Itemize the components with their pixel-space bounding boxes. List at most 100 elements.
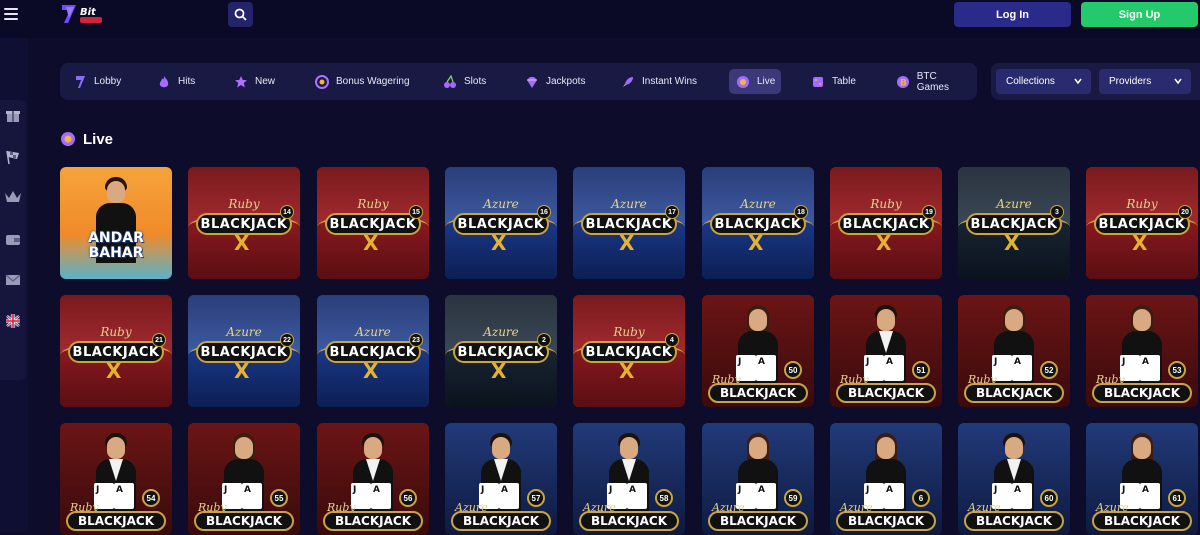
game-title-line: ANDAR bbox=[88, 230, 144, 246]
dealer-head bbox=[364, 437, 382, 459]
table-number: 2 bbox=[537, 333, 551, 347]
game-tile[interactable]: Ruby BLACKJACK X 19 bbox=[830, 167, 942, 279]
game-x-mark: X bbox=[363, 359, 379, 383]
game-tile[interactable]: ANDAR BAHAR bbox=[60, 167, 172, 279]
section-title: Live bbox=[83, 130, 114, 148]
crown-icon[interactable] bbox=[4, 188, 22, 206]
table-number: 20 bbox=[1178, 205, 1192, 219]
racing-flag-icon[interactable] bbox=[4, 148, 22, 166]
game-tile[interactable]: J A Azure BLACKJACK 57 bbox=[445, 423, 557, 535]
bitcoin-icon: B bbox=[895, 74, 911, 90]
game-tile[interactable]: J A Ruby BLACKJACK 52 bbox=[958, 295, 1070, 407]
gem-icon bbox=[524, 74, 540, 90]
tab-lobby[interactable]: Lobby bbox=[66, 69, 127, 94]
game-tile[interactable]: J A Ruby BLACKJACK 56 bbox=[317, 423, 429, 535]
tab-jackpots[interactable]: Jackpots bbox=[518, 69, 591, 94]
game-tile[interactable]: J A Ruby BLACKJACK 55 bbox=[188, 423, 300, 535]
uk-flag-icon[interactable] bbox=[4, 312, 22, 330]
game-x-mark: X bbox=[491, 359, 507, 383]
search-button[interactable] bbox=[228, 2, 253, 27]
table-number: 22 bbox=[280, 333, 294, 347]
table-number: 52 bbox=[1040, 361, 1058, 379]
site-logo[interactable]: Bit bbox=[60, 2, 108, 26]
category-nav: Lobby Hits New Bonus Wagering Slots Jack… bbox=[60, 63, 977, 100]
game-title: BLACKJACK bbox=[451, 511, 551, 531]
game-title-line: BAHAR bbox=[88, 245, 144, 261]
providers-dropdown[interactable]: Providers bbox=[1099, 69, 1191, 94]
signup-button[interactable]: Sign Up bbox=[1081, 2, 1198, 27]
game-tile[interactable]: Azure BLACKJACK X 23 bbox=[317, 295, 429, 407]
game-tile[interactable]: J A Azure BLACKJACK 59 bbox=[702, 423, 814, 535]
game-tile[interactable]: Azure BLACKJACK X 22 bbox=[188, 295, 300, 407]
table-number: 50 bbox=[784, 361, 802, 379]
mail-icon[interactable] bbox=[4, 271, 22, 289]
tab-slots[interactable]: Slots bbox=[436, 69, 492, 94]
tab-hits[interactable]: Hits bbox=[150, 69, 201, 94]
card-ace: A bbox=[884, 483, 904, 509]
collections-dropdown[interactable]: Collections bbox=[996, 69, 1091, 94]
game-tile[interactable]: Azure BLACKJACK X 3 bbox=[958, 167, 1070, 279]
tab-bonus-wagering[interactable]: Bonus Wagering bbox=[308, 69, 416, 94]
game-title: BLACKJACK bbox=[836, 511, 936, 531]
game-tile[interactable]: Ruby BLACKJACK X 21 bbox=[60, 295, 172, 407]
tab-label: Hits bbox=[178, 76, 196, 87]
tab-live[interactable]: Live bbox=[729, 69, 782, 94]
tab-label: Slots bbox=[464, 76, 487, 87]
game-tile[interactable]: Ruby BLACKJACK X 14 bbox=[188, 167, 300, 279]
game-tile[interactable]: J A Ruby BLACKJACK 54 bbox=[60, 423, 172, 535]
card-ace: A bbox=[627, 483, 647, 509]
card-ace: A bbox=[1140, 483, 1160, 509]
wallet-icon[interactable] bbox=[4, 230, 22, 248]
tab-btc-games[interactable]: B BTC Games bbox=[889, 69, 977, 94]
game-tile[interactable]: J A Ruby BLACKJACK 50 bbox=[702, 295, 814, 407]
table-number: 58 bbox=[655, 489, 673, 507]
game-tile[interactable]: J A Azure BLACKJACK 60 bbox=[958, 423, 1070, 535]
game-tile[interactable]: Azure BLACKJACK X 18 bbox=[702, 167, 814, 279]
game-tile[interactable]: Azure BLACKJACK X 16 bbox=[445, 167, 557, 279]
game-title: BLACKJACK bbox=[1092, 511, 1192, 531]
game-tile[interactable]: Azure BLACKJACK X 2 bbox=[445, 295, 557, 407]
game-x-mark: X bbox=[1004, 231, 1020, 255]
game-tile[interactable]: J A Ruby BLACKJACK 51 bbox=[830, 295, 942, 407]
dealer-head bbox=[1005, 309, 1023, 331]
tab-new[interactable]: New bbox=[227, 69, 281, 94]
game-title: BLACKJACK bbox=[1092, 383, 1192, 403]
game-tile[interactable]: J A Azure BLACKJACK 58 bbox=[573, 423, 685, 535]
game-title: BLACKJACK bbox=[964, 383, 1064, 403]
game-title: BLACKJACK bbox=[66, 511, 166, 531]
login-button[interactable]: Log In bbox=[954, 2, 1071, 27]
search-icon bbox=[234, 8, 247, 21]
game-tile[interactable]: Azure BLACKJACK X 17 bbox=[573, 167, 685, 279]
tab-instant-wins[interactable]: Instant Wins bbox=[614, 69, 703, 94]
tab-table[interactable]: Table bbox=[804, 69, 862, 94]
dealer-head bbox=[620, 437, 638, 459]
game-title: BLACKJACK bbox=[323, 511, 423, 531]
game-x-mark: X bbox=[491, 231, 507, 255]
sidebar-icon-panel bbox=[0, 100, 26, 380]
game-x-mark: X bbox=[106, 359, 122, 383]
table-number: 53 bbox=[1168, 361, 1186, 379]
game-x-mark: X bbox=[234, 231, 250, 255]
card-ace: A bbox=[756, 483, 776, 509]
card-ace: A bbox=[1012, 355, 1032, 381]
table-number: 61 bbox=[1168, 489, 1186, 507]
table-number: 3 bbox=[1050, 205, 1064, 219]
card-ace: A bbox=[884, 355, 904, 381]
menu-icon[interactable] bbox=[4, 8, 18, 20]
table-number: 16 bbox=[537, 205, 551, 219]
game-x-mark: X bbox=[619, 359, 635, 383]
flame-icon bbox=[156, 74, 172, 90]
game-tile[interactable]: J A Ruby BLACKJACK 53 bbox=[1086, 295, 1198, 407]
lobby-icon bbox=[72, 74, 88, 90]
tab-label: New bbox=[255, 76, 276, 87]
tab-label: Instant Wins bbox=[642, 76, 698, 87]
game-tile[interactable]: Ruby BLACKJACK X 20 bbox=[1086, 167, 1198, 279]
game-tile[interactable]: Ruby BLACKJACK X 15 bbox=[317, 167, 429, 279]
chip-icon bbox=[735, 74, 751, 90]
gift-icon[interactable] bbox=[4, 106, 22, 124]
game-tile[interactable]: J A Azure BLACKJACK 6 bbox=[830, 423, 942, 535]
table-number: 57 bbox=[527, 489, 545, 507]
card-ace: A bbox=[242, 483, 262, 509]
game-tile[interactable]: J A Azure BLACKJACK 61 bbox=[1086, 423, 1198, 535]
game-tile[interactable]: Ruby BLACKJACK X 4 bbox=[573, 295, 685, 407]
